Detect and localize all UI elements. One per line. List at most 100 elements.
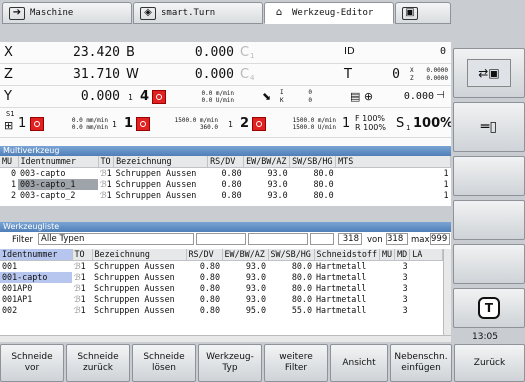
sp1-channel: 1: [112, 120, 117, 129]
sp1-stop-icon: [136, 117, 150, 131]
x-axis-value: 23.420: [73, 45, 120, 60]
tab-werkzeug-editor[interactable]: ⌂ Werkzeug-Editor: [264, 2, 394, 24]
col-header[interactable]: SW/SB/HG: [268, 249, 315, 261]
softkey-schneide-vor[interactable]: Schneide vor: [0, 344, 64, 382]
ik-k-label: K: [280, 97, 284, 104]
softkey-label: Schneide lösen: [143, 352, 185, 373]
filter-field-3[interactable]: [248, 233, 308, 245]
tool-type-icon: ℬ1: [100, 179, 112, 189]
side-softkey-tool[interactable]: T: [453, 288, 525, 328]
c1-axis-sub: 1: [250, 52, 255, 60]
table-row[interactable]: 0 003-capto ℬ1 Schruppen Aussen 0.80 93.…: [0, 168, 451, 180]
rapid-override: R 100%: [355, 123, 386, 132]
table-row[interactable]: 001AP1 ℬ1 Schruppen Aussen 0.80 93.0 80.…: [0, 294, 443, 305]
col-header[interactable]: RS/DV: [207, 156, 245, 168]
filter-field-2[interactable]: [196, 233, 246, 245]
c4-axis-label: C: [240, 67, 250, 82]
softkey-weitere-filter[interactable]: weitere Filter: [264, 344, 328, 382]
col-header[interactable]: MU: [379, 249, 396, 261]
machine-icon: ▤ ⊕: [350, 90, 374, 103]
tool-z-value: 0.0000: [426, 75, 448, 82]
tab-save[interactable]: ▣: [395, 2, 451, 24]
filter-select[interactable]: Alle Typen: [38, 233, 194, 245]
side-softkey-switch[interactable]: ═▯: [453, 102, 525, 152]
col-header[interactable]: SW/SB/HG: [289, 156, 337, 168]
table-row-selected[interactable]: 001-capto ℬ1 Schruppen Aussen 0.80 93.0 …: [0, 272, 443, 283]
softkey-zurueck[interactable]: Zurück: [454, 344, 525, 382]
tool-holder-icon: ⬊: [262, 90, 272, 103]
vertical-scrollbar[interactable]: [443, 249, 451, 335]
filter-label: Filter: [12, 235, 34, 245]
side-softkey-4[interactable]: [453, 200, 525, 240]
id-value: 0: [439, 46, 446, 57]
x-axis-label: X: [4, 45, 13, 60]
tab-smart-turn[interactable]: ◈ smart.Turn: [133, 2, 263, 24]
table-row[interactable]: 002 ℬ1 Schruppen Aussen 0.80 95.0 55.0 H…: [0, 305, 443, 316]
sp1-number: 1: [124, 116, 134, 131]
softkey-ansicht[interactable]: Ansicht: [330, 344, 388, 382]
filter-bar: Filter Alle Typen 318 von 318 max 999: [0, 233, 451, 247]
w-axis-label: W: [126, 67, 139, 82]
s1-stop-icon: [30, 117, 44, 131]
softkey-label: Werkzeug- Typ: [206, 352, 254, 373]
channel-4: 4: [140, 89, 150, 104]
toollist-panel: Filter Alle Typen 318 von 318 max 999 Id…: [0, 232, 451, 342]
feed4-speed: 0.0 m/min: [201, 90, 234, 97]
softkey-label: Zurück: [473, 357, 506, 368]
softkey-werkzeug-typ[interactable]: Werkzeug- Typ: [198, 344, 262, 382]
filter-max-label: max: [411, 235, 430, 245]
table-row-selected[interactable]: 1 003-capto_1 ℬ1 Schruppen Aussen 0.80 9…: [0, 179, 451, 190]
table-row[interactable]: 001 ℬ1 Schruppen Aussen 0.80 93.0 80.0 H…: [0, 261, 443, 273]
toollist-title: Werkzeugliste: [0, 222, 451, 232]
t-value: 0: [392, 67, 400, 82]
side-softkey-machine-view[interactable]: ⇄▣: [453, 48, 525, 98]
col-header[interactable]: RS/DV: [186, 249, 223, 261]
c1-axis-label: C: [240, 45, 250, 60]
id-label: ID: [344, 46, 355, 57]
softkey-schneide-loesen[interactable]: Schneide lösen: [132, 344, 196, 382]
col-header[interactable]: Schneidstoff: [314, 249, 381, 261]
col-header[interactable]: LA: [409, 249, 443, 261]
multitool-title: Multiverkzeug: [0, 146, 451, 156]
tool-x-label: X: [410, 67, 414, 74]
tool-z-label: Z: [410, 75, 414, 82]
tab-maschine[interactable]: ➔ Maschine: [2, 2, 132, 24]
col-header[interactable]: EW/BW/AZ: [222, 249, 269, 261]
col-header[interactable]: EW/BW/AZ: [243, 156, 291, 168]
s1-spindle-icon: ⊞: [4, 119, 14, 132]
s1-speed-2: 0.0 mm/min: [71, 124, 108, 131]
angle-icon: ⊣: [436, 90, 445, 101]
ik-i-value: 0: [308, 89, 312, 96]
z-axis-label: Z: [4, 67, 13, 82]
spindle-override-sub: 1: [406, 124, 411, 132]
col-header[interactable]: TO: [72, 249, 93, 261]
col-header[interactable]: TO: [98, 156, 115, 168]
col-header[interactable]: Identnummer: [18, 156, 99, 168]
spindle-stop-icon: [152, 90, 166, 104]
horizontal-scrollbar[interactable]: [0, 335, 451, 342]
sp2-number: 2: [240, 116, 250, 131]
b-axis-value: 0.000: [194, 45, 234, 60]
switch-icon: ═▯: [480, 119, 498, 135]
machine-view-icon: ⇄▣: [467, 59, 511, 87]
table-row[interactable]: 001AP0 ℬ1 Schruppen Aussen 0.80 93.0 80.…: [0, 283, 443, 294]
col-header[interactable]: MTS: [335, 156, 451, 168]
col-header[interactable]: Bezeichnung: [113, 156, 209, 168]
col-header[interactable]: Identnummer: [0, 249, 73, 261]
col-header[interactable]: Bezeichnung: [92, 249, 187, 261]
filter-total: 318: [386, 233, 408, 245]
col-header[interactable]: MU: [0, 156, 19, 168]
softkey-nebenschneide-einfuegen[interactable]: Nebenschn. einfügen: [390, 344, 452, 382]
s1-speed: 0.0 mm/min: [71, 117, 108, 124]
side-softkey-5[interactable]: [453, 244, 525, 284]
col-header[interactable]: MD: [394, 249, 411, 261]
tool-type-icon: ℬ1: [100, 168, 112, 178]
table-row[interactable]: 2 003-capto_2 ℬ1 Schruppen Aussen 0.80 9…: [0, 190, 451, 201]
softkey-schneide-zurueck[interactable]: Schneide zurück: [66, 344, 130, 382]
filter-field-4[interactable]: [310, 233, 334, 245]
sp1-angle: 360.0: [199, 124, 218, 131]
spindle-override-value: 100%: [413, 116, 454, 131]
w-axis-value: 0.000: [194, 67, 234, 82]
side-softkey-3[interactable]: [453, 156, 525, 196]
softkey-label: Nebenschn. einfügen: [394, 352, 448, 373]
